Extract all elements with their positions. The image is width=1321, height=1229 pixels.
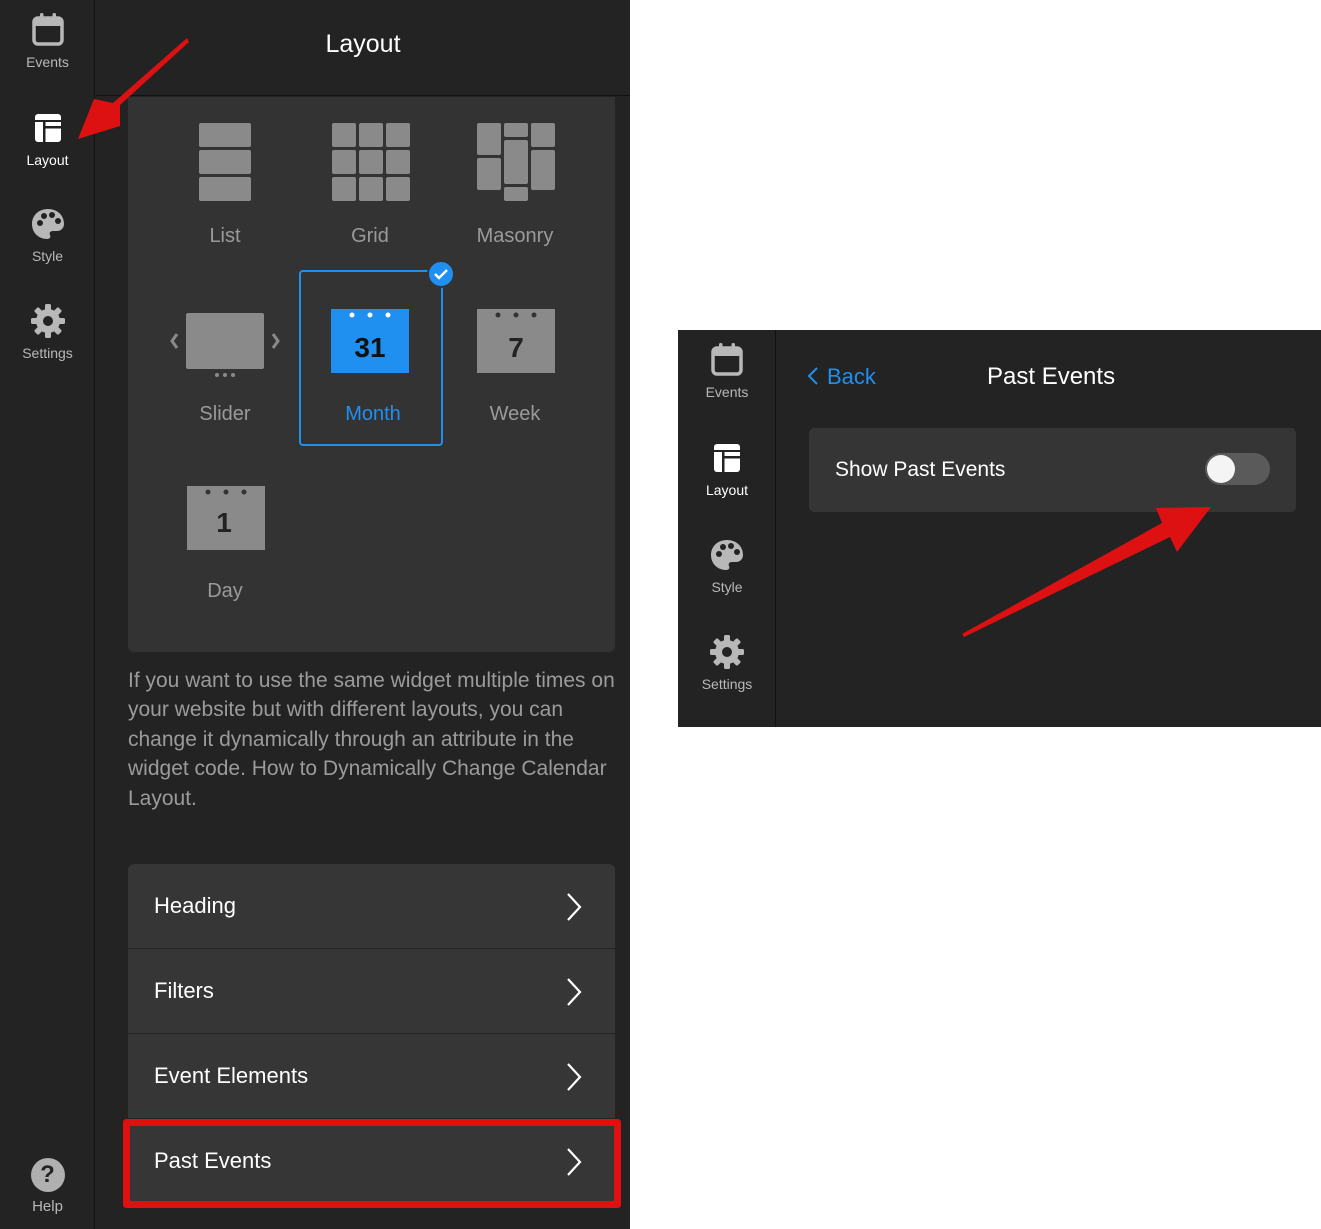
calendar-icon [711,343,743,376]
palette-icon [31,209,64,239]
sidebar-item-label: Layout [26,152,69,168]
layout-option-label: Week [489,403,541,425]
month-calendar-icon: 31 [331,309,409,373]
sidebar-item-settings[interactable]: Settings [0,303,95,361]
layout-option-label: Day [207,580,243,602]
show-past-events-setting: Show Past Events [809,428,1296,512]
past-events-main: Back Past Events Show Past Events [777,330,1321,727]
menu-item-label: Heading [154,893,236,918]
day-calendar-icon: 1 [187,486,265,550]
show-past-events-toggle[interactable] [1205,453,1270,485]
layout-option-list[interactable]: List [153,111,297,287]
layout-panel: Events Layout Style Settings ? Help Layo… [0,0,630,1229]
chevron-right-icon [567,978,582,1006]
gear-icon [30,304,65,338]
layout-option-label: Month [345,403,401,425]
toggle-knob [1207,455,1235,483]
chevron-left-icon [807,367,818,385]
slider-layout-icon [170,313,280,377]
chevron-right-icon [567,1148,582,1176]
back-button[interactable]: Back [807,364,876,390]
help-label: Help [32,1198,63,1215]
toggle-label: Show Past Events [835,458,1006,481]
layout-option-slider[interactable]: Slider [153,270,297,446]
back-label: Back [827,364,876,389]
sidebar-item-settings[interactable]: Settings [678,634,776,692]
sidebar-item-label: Events [705,384,749,400]
menu-item-label: Past Events [154,1148,272,1173]
sidebar-item-label: Style [711,579,743,595]
layout-option-masonry[interactable]: Masonry [443,111,587,287]
sidebar-item-layout[interactable]: Layout [0,110,95,168]
layout-options-grid: List Grid Masonry Slider 31 Month 7 Week… [128,97,615,652]
list-layout-icon [199,123,251,201]
layout-help-text: If you want to use the same widget multi… [128,669,615,810]
sidebar-item-label: Events [26,54,69,70]
layout-icon [34,114,61,142]
palette-icon [711,540,743,570]
layout-icon [714,444,741,472]
gear-icon [710,635,744,669]
menu-item-label: Event Elements [154,1063,309,1088]
page-title: Layout [325,30,401,58]
masonry-layout-icon [477,123,555,201]
sidebar-item-style[interactable]: Style [678,537,776,595]
calendar-icon [31,13,64,46]
sidebar-item-layout[interactable]: Layout [678,440,776,498]
week-calendar-icon: 7 [477,309,555,373]
menu-item-filters[interactable]: Filters [128,949,615,1034]
grid-layout-icon [332,123,410,201]
layout-option-month[interactable]: 31 Month [299,260,455,446]
sidebar-item-events[interactable]: Events [678,342,776,400]
panel-header: Layout [96,0,630,96]
calendar-badge: 7 [508,332,524,363]
chevron-right-icon [567,1063,582,1091]
sidebar-rail: Events Layout Style [0,0,95,1229]
layout-option-day[interactable]: 1 Day [153,449,297,625]
past-events-panel: Events Layout Style Settings Back Past E… [678,330,1321,727]
sidebar-item-label: Style [31,248,64,264]
sidebar-item-style[interactable]: Style [0,206,95,264]
page-title: Past Events [987,363,1116,390]
chevron-right-icon [567,893,582,921]
layout-option-grid[interactable]: Grid [298,111,442,287]
calendar-badge: 31 [354,332,385,363]
menu-item-heading[interactable]: Heading [128,864,615,949]
help-button[interactable]: ? Help [0,1158,95,1215]
sidebar-item-label: Settings [22,345,73,361]
layout-main: Layout List Grid Masonry Slider 31 Month… [96,0,630,1229]
layout-option-label: List [209,225,241,247]
layout-option-label: Slider [199,403,251,425]
layout-settings-menu: Heading Filters Event Elements Past Even… [128,864,615,1204]
calendar-badge: 1 [216,507,232,538]
layout-option-label: Grid [351,225,389,247]
menu-item-event-elements[interactable]: Event Elements [128,1034,615,1119]
layout-option-label: Masonry [476,225,554,247]
sidebar-item-events[interactable]: Events [0,12,95,70]
sidebar-rail: Events Layout Style [678,330,776,727]
menu-item-label: Filters [154,978,214,1003]
sidebar-item-label: Settings [701,676,753,692]
help-icon: ? [30,1158,65,1192]
layout-option-week[interactable]: 7 Week [443,270,587,446]
menu-item-past-events[interactable]: Past Events [128,1119,615,1204]
sidebar-item-label: Layout [705,482,749,498]
